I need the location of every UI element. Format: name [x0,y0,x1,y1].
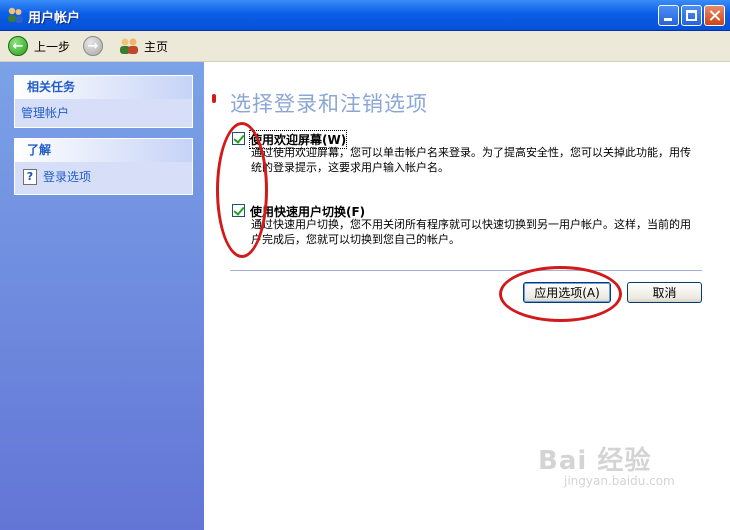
navigation-toolbar: ← 上一步 → 主页 [0,31,730,62]
maximize-button[interactable] [681,5,702,26]
divider [230,270,702,271]
help-topic-icon: ? [23,169,37,185]
watermark: Bai 经验 jingyan.baidu.com [538,440,675,488]
forward-arrow-icon: → [83,36,103,56]
sidebar-item-manage-accounts[interactable]: 管理帐户 [21,103,184,123]
home-label: 主页 [144,39,169,54]
sidebar-item-label: 登录选项 [43,170,92,184]
title-bar[interactable]: 用户帐户 [0,0,730,31]
related-tasks-panel: 相关任务 管理帐户 [14,75,193,128]
watermark-url: jingyan.baidu.com [564,474,675,488]
close-button[interactable] [704,5,725,26]
annotation-circle-checkboxes [216,122,268,258]
minimize-button[interactable] [658,5,679,26]
watermark-brand: Bai 经验 [538,446,652,476]
back-label: 上一步 [34,39,71,54]
window-title: 用户帐户 [28,11,81,26]
learn-about-panel: 了解 ? 登录选项 [14,138,193,195]
learn-about-title: 了解 [15,139,192,162]
home-button[interactable]: 主页 [118,35,168,57]
sidebar-item-label: 管理帐户 [21,106,70,120]
forward-button[interactable]: → [83,35,103,57]
welcome-screen-description: 通过使用欢迎屏幕，您可以单击帐户名来登录。为了提高安全性，您可以关掉此功能，用传… [251,146,691,174]
sidebar-item-logon-options[interactable]: ? 登录选项 [19,167,188,187]
annotation-circle-apply [499,266,622,322]
related-tasks-title: 相关任务 [15,76,192,99]
cancel-button[interactable]: 取消 [627,282,702,303]
user-accounts-icon [8,7,23,23]
back-button[interactable]: ← 上一步 [8,35,70,57]
annotation-dot [212,94,216,103]
page-title: 选择登录和注销选项 [230,92,428,116]
users-home-icon [120,38,138,54]
task-pane: 相关任务 管理帐户 了解 ? 登录选项 [0,62,204,530]
fast-user-switching-description: 通过快速用户切换，您不用关闭所有程序就可以快速切换到另一用户帐户。这样，当前的用… [251,218,691,246]
back-arrow-icon: ← [8,36,28,56]
